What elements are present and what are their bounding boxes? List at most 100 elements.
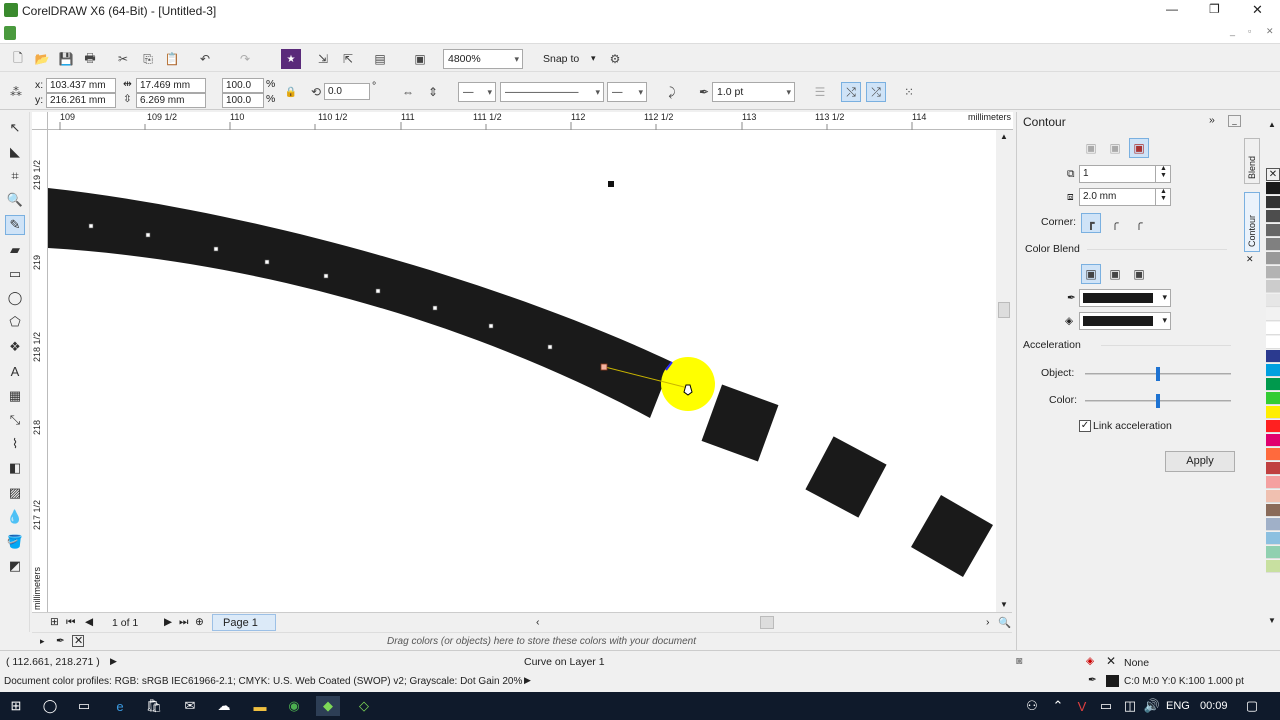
scroll-down-icon[interactable]: ▼: [1000, 600, 1008, 609]
rotate-icon[interactable]: ⟲: [306, 82, 326, 102]
slider-thumb[interactable]: [1156, 394, 1160, 408]
ruler-origin[interactable]: [32, 112, 48, 130]
palette-up-icon[interactable]: ▲: [1268, 120, 1276, 129]
chrome-icon[interactable]: ◉: [282, 696, 306, 716]
text-wrap-icon[interactable]: ☰: [810, 82, 830, 102]
snap-to-button[interactable]: Snap to: [543, 53, 579, 65]
drawing-canvas[interactable]: [48, 130, 996, 612]
zoom-navigator-icon[interactable]: 🔍: [998, 616, 1011, 629]
search-icon[interactable]: ◯: [38, 696, 62, 716]
color-swatch[interactable]: [1266, 196, 1280, 209]
scroll-right-icon[interactable]: ›: [986, 616, 990, 628]
to-center-icon[interactable]: ▣: [1081, 138, 1101, 158]
apply-button[interactable]: Apply: [1165, 451, 1235, 472]
color-swatch[interactable]: [1266, 434, 1280, 447]
color-swatch[interactable]: [1266, 210, 1280, 223]
horizontal-ruler[interactable]: 109 109 1/2 110 110 1/2 111 111 1/2 112 …: [48, 112, 1013, 130]
mirror-horizontal-icon[interactable]: ⇔: [398, 82, 418, 102]
restore-button[interactable]: ❐: [1209, 2, 1220, 16]
table-tool-icon[interactable]: ▦: [5, 386, 25, 406]
palette-down-icon[interactable]: ▼: [1268, 616, 1276, 625]
color-swatch[interactable]: [1266, 224, 1280, 237]
color-swatch[interactable]: [1266, 392, 1280, 405]
clockwise-blend-icon[interactable]: ▣: [1105, 264, 1125, 284]
scale-y-field[interactable]: 100.0: [222, 93, 264, 108]
round-corner-icon[interactable]: ╭: [1105, 213, 1125, 233]
shape-tool-icon[interactable]: ◣: [5, 142, 25, 162]
clock[interactable]: 00:09: [1200, 700, 1228, 712]
palette-options-icon[interactable]: ▸: [40, 636, 45, 647]
prev-page-icon[interactable]: ◀: [85, 616, 93, 628]
bevel-corner-icon[interactable]: ╭: [1129, 213, 1149, 233]
width-field[interactable]: 17.469 mm: [136, 78, 206, 93]
new-document-icon[interactable]: 🗋: [8, 49, 28, 69]
corel-capture-icon[interactable]: ◇: [352, 696, 376, 716]
open-icon[interactable]: 📂: [32, 49, 52, 69]
close-tab-icon[interactable]: ✕: [1246, 254, 1254, 265]
zoom-tool-icon[interactable]: 🔍: [5, 190, 25, 210]
color-swatch[interactable]: [1266, 364, 1280, 377]
save-icon[interactable]: 💾: [56, 49, 76, 69]
edge-icon[interactable]: e: [108, 696, 132, 716]
tab-contour[interactable]: Contour: [1244, 192, 1260, 252]
connector-tool-icon[interactable]: ⌇: [5, 434, 25, 454]
color-swatch[interactable]: [1266, 448, 1280, 461]
tray-chevron-icon[interactable]: ⌃: [1046, 696, 1070, 716]
eyedropper-icon[interactable]: ✒: [56, 635, 65, 647]
color-swatch[interactable]: [1266, 322, 1280, 335]
outline-width-combo[interactable]: 1.0 pt ▾: [712, 82, 795, 102]
next-page-icon[interactable]: ▶: [164, 616, 172, 628]
color-swatch[interactable]: [1266, 336, 1280, 349]
mirror-vertical-icon[interactable]: ⇕: [423, 82, 443, 102]
last-page-icon[interactable]: ⏭: [179, 616, 188, 629]
scale-x-field[interactable]: 100.0: [222, 78, 264, 93]
zoom-combo[interactable]: 4800% ▾: [443, 49, 523, 69]
vertical-scrollbar[interactable]: ▲ ▼: [996, 130, 1012, 612]
rectangle-tool-icon[interactable]: ▭: [5, 264, 25, 284]
horizontal-scroll-thumb[interactable]: [760, 616, 774, 629]
file-explorer-icon[interactable]: ▬: [248, 696, 272, 716]
auto-reduce-icon[interactable]: ⤭: [841, 82, 861, 102]
first-page-icon[interactable]: ⏮: [66, 616, 75, 629]
doc-close-icon[interactable]: ✕: [1266, 26, 1274, 37]
chevron-down-icon[interactable]: ▾: [591, 53, 596, 64]
color-swatch[interactable]: [1266, 560, 1280, 573]
color-accel-slider[interactable]: [1085, 394, 1231, 408]
start-icon[interactable]: ⊞: [4, 696, 28, 716]
height-field[interactable]: 6.269 mm: [136, 93, 206, 108]
color-swatch[interactable]: [1266, 406, 1280, 419]
color-swatch[interactable]: [1266, 280, 1280, 293]
transparency-tool-icon[interactable]: ▨: [5, 483, 25, 503]
object-origin-icon[interactable]: ⁂: [6, 82, 26, 102]
page-setup-icon[interactable]: ⊞: [50, 616, 59, 628]
counterclockwise-blend-icon[interactable]: ▣: [1129, 264, 1149, 284]
linear-blend-icon[interactable]: ▣: [1081, 264, 1101, 284]
eyedropper-tool-icon[interactable]: 💧: [5, 507, 25, 527]
object-accel-slider[interactable]: [1085, 367, 1231, 381]
search-content-icon[interactable]: ★: [281, 49, 301, 69]
select-all-nodes-icon[interactable]: ⁙: [899, 82, 919, 102]
fill-tool-icon[interactable]: 🪣: [5, 532, 25, 552]
reverse-direction-icon[interactable]: ⤸: [662, 82, 682, 102]
scroll-thumb[interactable]: [998, 302, 1010, 318]
miter-corner-icon[interactable]: ┏: [1081, 213, 1101, 233]
lock-ratio-icon[interactable]: 🔒: [281, 82, 301, 102]
scroll-left-icon[interactable]: ‹: [536, 616, 540, 628]
color-swatch[interactable]: [1266, 182, 1280, 195]
offset-spinner[interactable]: ▲ ▼: [1155, 188, 1171, 206]
smart-fill-icon[interactable]: ▰: [5, 240, 25, 260]
basic-shapes-icon[interactable]: ❖: [5, 337, 25, 357]
coreldraw-taskbar-icon[interactable]: ◆: [316, 696, 340, 716]
pick-tool-icon[interactable]: ↖: [5, 118, 25, 138]
volume-icon[interactable]: 🔊: [1140, 696, 1164, 716]
freehand-tool-icon[interactable]: ✎: [5, 215, 25, 235]
minimize-button[interactable]: —: [1166, 2, 1178, 16]
people-icon[interactable]: ⚇: [1020, 696, 1044, 716]
mail-icon[interactable]: ✉: [178, 696, 202, 716]
color-swatch[interactable]: [1266, 462, 1280, 475]
crop-tool-icon[interactable]: ⌗: [5, 166, 25, 186]
dimension-tool-icon[interactable]: ⤡: [5, 410, 25, 430]
status-expand-icon[interactable]: ▶: [110, 656, 117, 667]
link-acceleration-checkbox[interactable]: ✓: [1079, 420, 1091, 432]
copy-icon[interactable]: ⎘: [138, 49, 158, 69]
